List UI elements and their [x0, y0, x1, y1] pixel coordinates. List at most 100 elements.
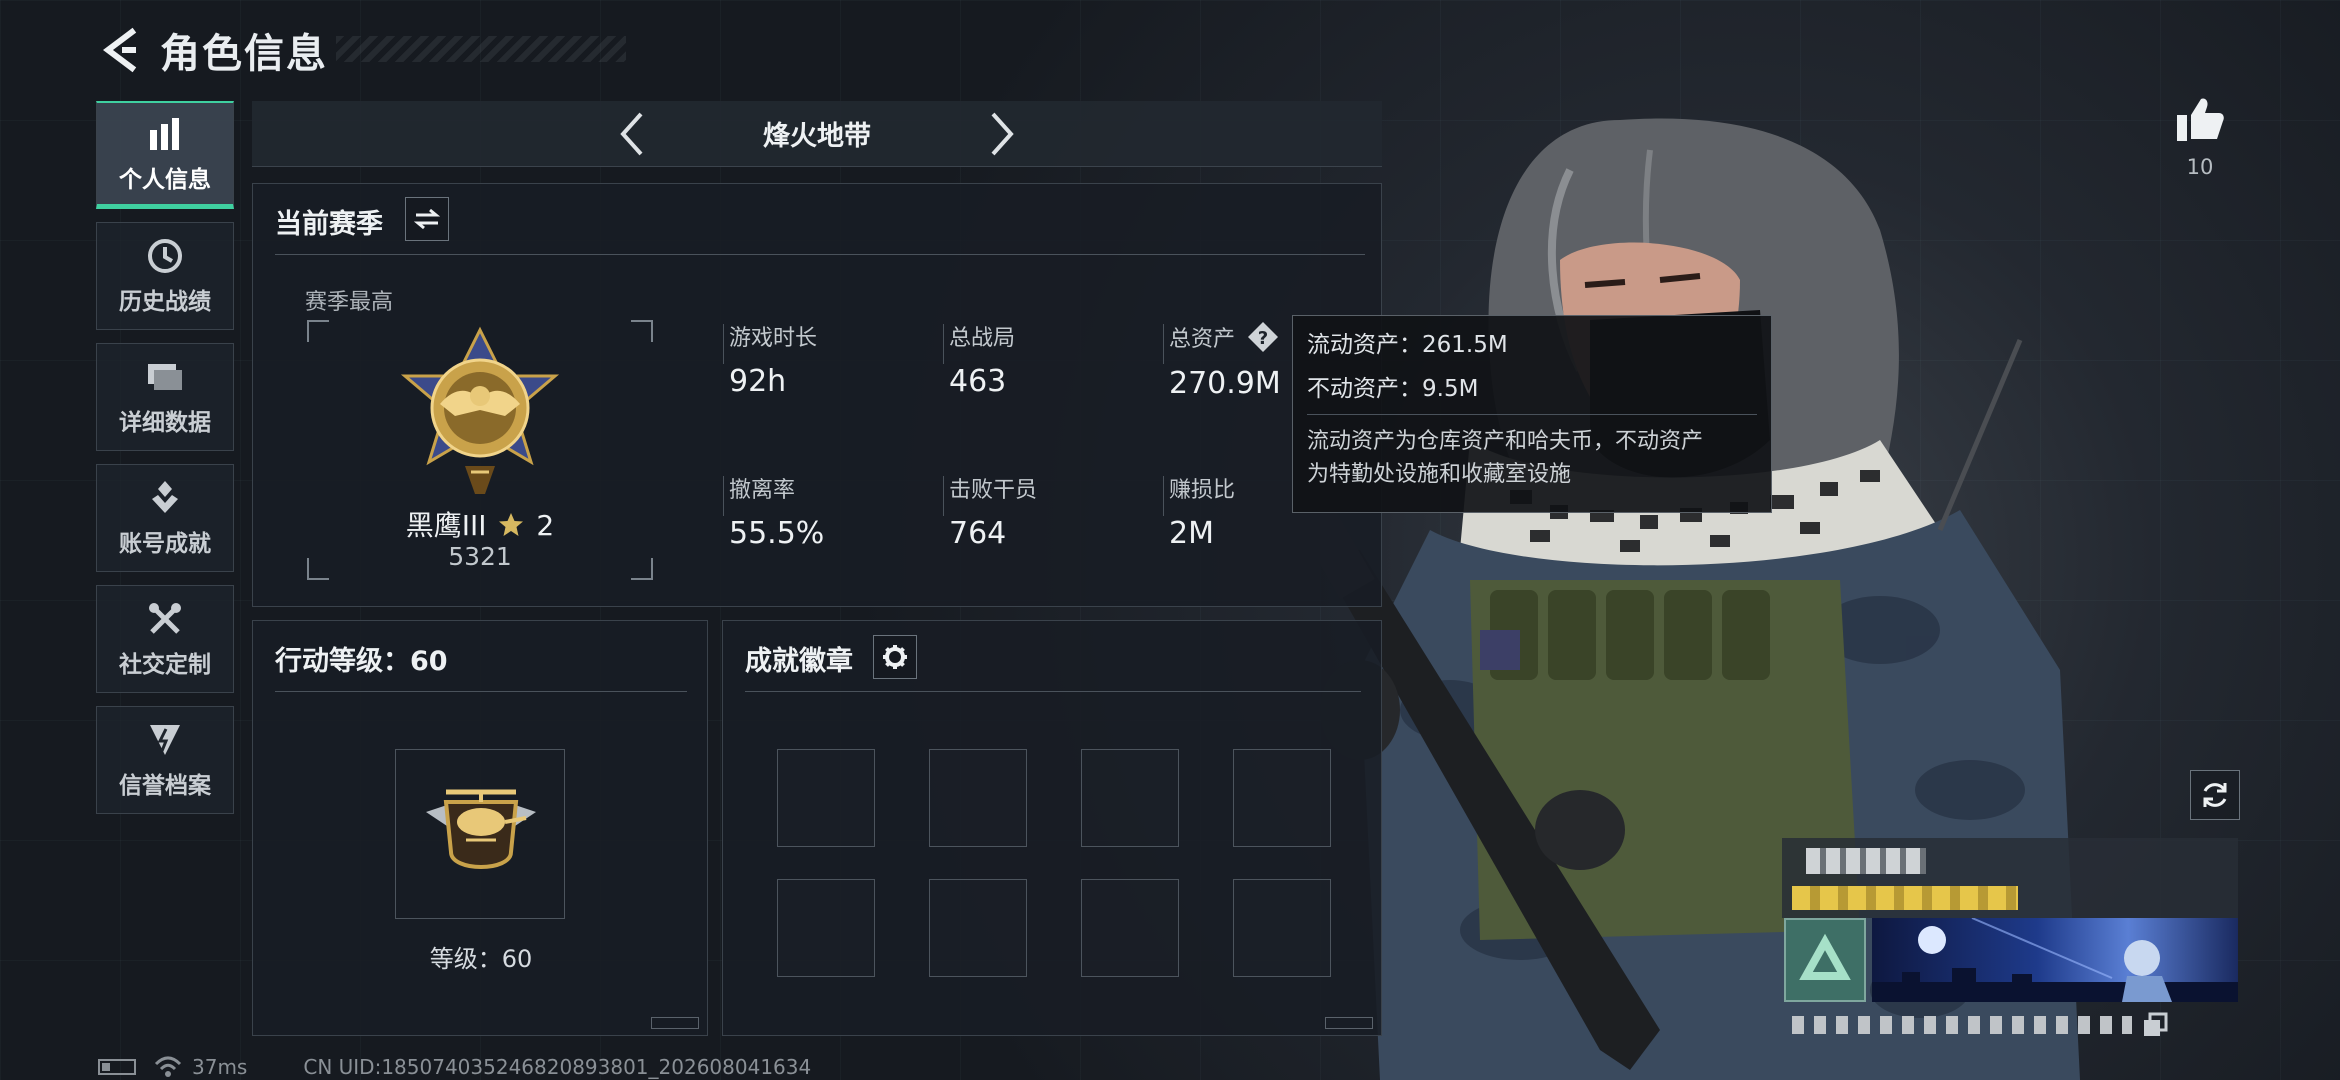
stat-label-row: 总资产 ?	[1169, 320, 1281, 354]
swap-icon	[414, 208, 440, 230]
refresh-button[interactable]	[2190, 770, 2240, 820]
divider	[943, 476, 944, 516]
page-header: 角色信息	[96, 22, 626, 78]
stat-value: 463	[949, 364, 1007, 399]
nav-item-social[interactable]: 社交定制	[96, 585, 234, 693]
stat-label: 撤离率	[729, 478, 796, 503]
badge-slot[interactable]	[1233, 879, 1331, 977]
stat-value: 764	[949, 516, 1007, 551]
season-title: 当前赛季	[275, 209, 383, 240]
ping-value: 37ms	[192, 1055, 248, 1079]
night-sky-banner	[1872, 917, 2238, 1002]
badge-slot[interactable]	[1081, 879, 1179, 977]
like-button[interactable]: 10	[2170, 95, 2230, 179]
rank-medal-icon	[400, 326, 560, 494]
season-panel: 当前赛季 赛季最高 黑鹰III 2 5321 游戏时长 92h 总战局 463 …	[252, 183, 1382, 607]
avatar	[1784, 918, 1866, 1002]
season-best-label: 赛季最高	[305, 290, 394, 315]
nav-item-detail-data[interactable]: 详细数据	[96, 343, 234, 451]
nav-item-achievements[interactable]: 账号成就	[96, 464, 234, 572]
nav-item-personal-info[interactable]: 个人信息	[96, 101, 234, 209]
player-name-card[interactable]	[1782, 838, 2238, 1048]
badge-slot[interactable]	[1233, 749, 1331, 847]
status-footer: 37ms CN UID:185074035246820893801_202608…	[98, 1055, 811, 1079]
helicopter-badge-icon	[426, 789, 536, 869]
achievement-title: 成就徽章	[745, 646, 853, 677]
frame-corner	[631, 320, 653, 342]
stat-label: 总战局	[949, 326, 1016, 351]
bar-chart-icon	[145, 114, 185, 154]
action-level-title: 行动等级：60	[275, 646, 448, 677]
switch-season-button[interactable]	[405, 197, 449, 241]
folder-icon	[145, 357, 185, 397]
thumbs-up-icon	[2177, 98, 2224, 141]
title-decoration	[336, 36, 626, 62]
stat-kills: 击败干员 764	[949, 472, 1037, 551]
liquid-assets: 流动资产：261.5M	[1307, 332, 1508, 358]
badge-slot[interactable]	[1081, 749, 1179, 847]
back-button[interactable]	[96, 24, 144, 76]
divider	[723, 476, 724, 516]
corner-decoration	[1325, 1017, 1373, 1029]
stat-total-assets: 总资产 ? 270.9M	[1169, 320, 1281, 401]
divider	[723, 324, 724, 364]
prev-map-button[interactable]	[607, 109, 657, 159]
chevron-left-icon	[620, 112, 643, 156]
stat-label: 游戏时长	[729, 326, 818, 351]
assets-note-line2: 为特勤处设施和收藏室设施	[1307, 462, 1572, 487]
assets-note-line1: 流动资产为仓库资产和哈夫币，不动资产	[1307, 429, 1704, 454]
nav-label: 社交定制	[119, 652, 211, 678]
uid-text: CN UID:185074035246820893801_20260804163…	[303, 1055, 812, 1079]
gear-icon	[883, 645, 907, 669]
stat-label: 击败干员	[949, 478, 1038, 503]
help-icon[interactable]: ?	[1246, 320, 1280, 354]
credit-icon	[145, 720, 185, 760]
assets-tooltip: 流动资产：261.5M 不动资产：9.5M 流动资产为仓库资产和哈夫币，不动资产…	[1292, 315, 1772, 513]
nav-item-history[interactable]: 历史战绩	[96, 222, 234, 330]
next-map-button[interactable]	[977, 109, 1027, 159]
stat-label: 赚损比	[1169, 478, 1236, 503]
stat-value: 55.5%	[729, 516, 825, 551]
like-count: 10	[2186, 155, 2214, 179]
divider	[1163, 324, 1164, 364]
badge-slot[interactable]	[929, 749, 1027, 847]
fixed-assets: 不动资产：9.5M	[1307, 376, 1479, 402]
achievement-icon	[145, 478, 185, 518]
side-nav: 个人信息 历史战绩 详细数据 账号成就 社交定制 信誉档案	[96, 101, 234, 827]
divider	[943, 324, 944, 364]
back-arrow-icon	[103, 27, 137, 73]
obscured-tag	[1792, 886, 2018, 910]
star-icon	[499, 513, 524, 536]
achievement-settings-button[interactable]	[873, 635, 917, 679]
rank-name-row: 黑鹰III 2	[307, 504, 653, 544]
map-name: 烽火地带	[763, 121, 871, 152]
stat-total-matches: 总战局 463	[949, 320, 1015, 399]
rank-area: 黑鹰III 2 5321	[307, 320, 653, 580]
svg-text:?: ?	[1258, 328, 1268, 349]
name-card-banner	[1872, 917, 2238, 1002]
badge-slot[interactable]	[929, 879, 1027, 977]
page-title: 角色信息	[160, 31, 328, 77]
action-level-panel: 行动等级：60 等级：60	[252, 620, 708, 1036]
level-badge-frame	[395, 749, 565, 919]
nav-label: 账号成就	[119, 531, 211, 557]
level-text: 等级：60	[429, 945, 533, 973]
wifi-icon	[154, 1056, 182, 1077]
copy-icon[interactable]	[2142, 1012, 2168, 1038]
stat-value: 92h	[729, 364, 787, 399]
divider	[1163, 476, 1164, 516]
chevron-right-icon	[991, 112, 1014, 156]
rank-name: 黑鹰III	[405, 509, 487, 542]
badge-slot[interactable]	[777, 749, 875, 847]
stat-label: 总资产	[1169, 327, 1236, 352]
divider	[275, 691, 687, 692]
stat-value: 270.9M	[1169, 366, 1281, 401]
badge-slot[interactable]	[777, 879, 875, 977]
stat-extract-rate: 撤离率 55.5%	[729, 472, 824, 551]
divider	[745, 691, 1361, 692]
obscured-info	[1782, 1006, 2238, 1046]
nav-label: 个人信息	[119, 166, 211, 193]
nav-item-credit[interactable]: 信誉档案	[96, 706, 234, 814]
battery-icon	[98, 1059, 136, 1075]
divider	[275, 254, 1365, 255]
